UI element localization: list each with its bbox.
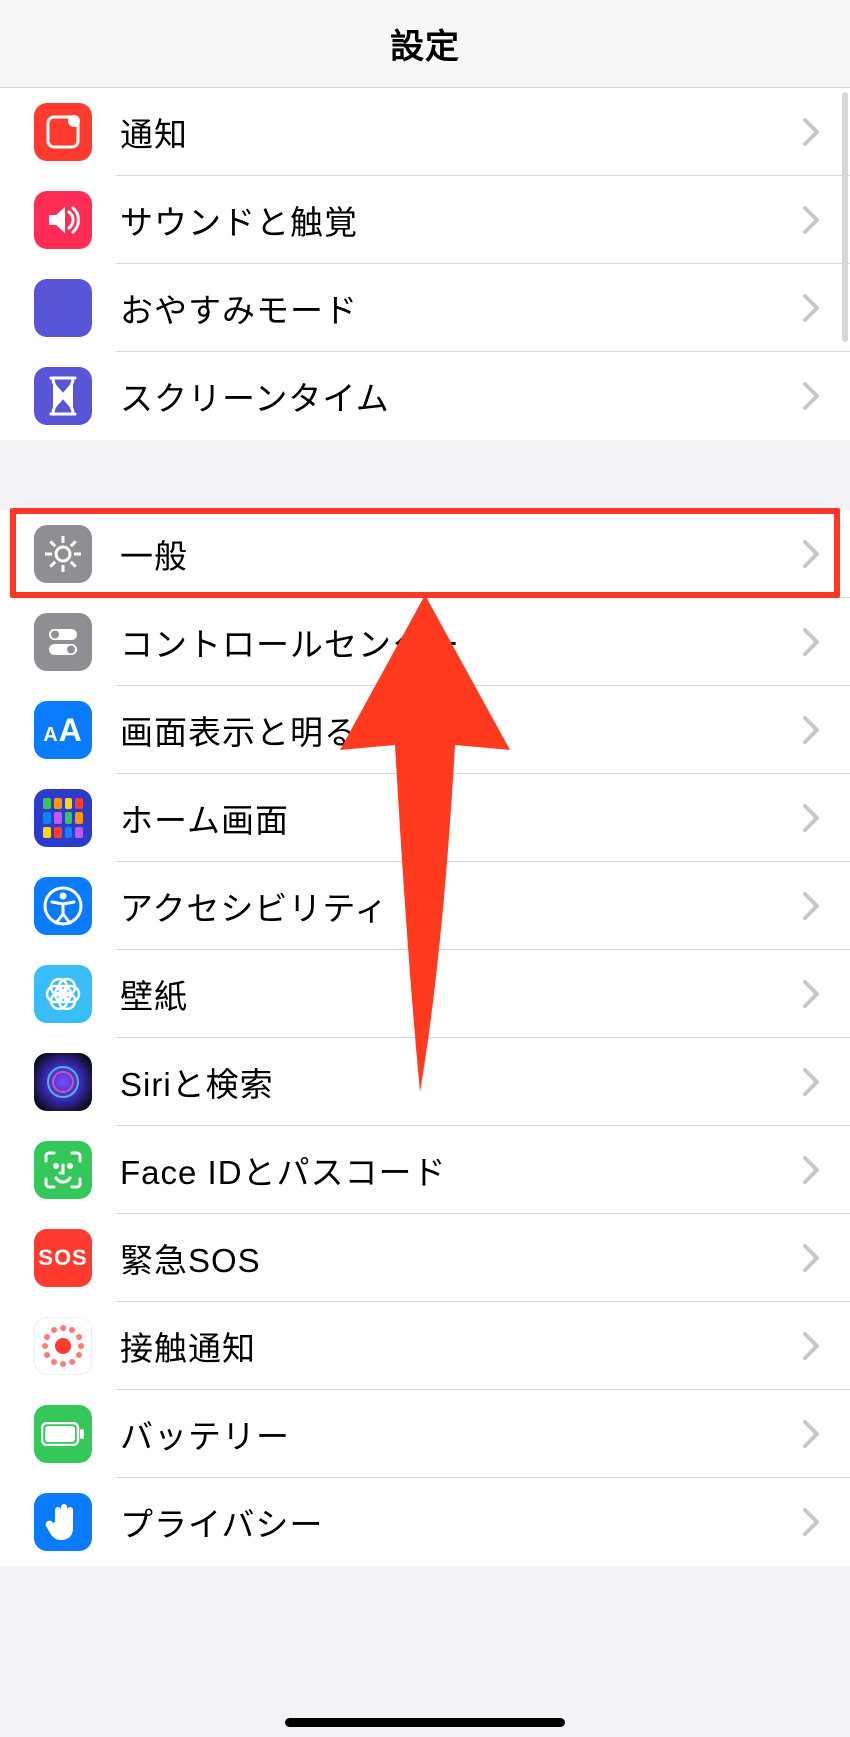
chevron-right-icon <box>802 891 820 921</box>
row-label: 接触通知 <box>120 1322 802 1370</box>
settings-row-general[interactable]: 一般 <box>0 510 850 598</box>
accessibility-icon <box>34 877 92 935</box>
sounds-icon <box>34 191 92 249</box>
settings-group: 通知 サウンドと触覚 おやすみモード スクリーンタイム <box>0 88 850 440</box>
chevron-right-icon <box>802 715 820 745</box>
moon-icon <box>34 279 92 337</box>
row-label: サウンドと触覚 <box>120 196 802 244</box>
chevron-right-icon <box>802 205 820 235</box>
page-title: 設定 <box>390 19 460 68</box>
siri-icon <box>34 1053 92 1111</box>
home-grid-icon <box>34 789 92 847</box>
chevron-right-icon <box>802 1419 820 1449</box>
gear-icon <box>34 525 92 583</box>
settings-row-faceid[interactable]: Face IDとパスコード <box>0 1126 850 1214</box>
row-label: スクリーンタイム <box>120 372 802 420</box>
settings-row-exposure[interactable]: 接触通知 <box>0 1302 850 1390</box>
settings-group: 一般 コントロールセンター AA 画面表示と明るさ ホーム画面 <box>0 510 850 1566</box>
notifications-icon <box>34 103 92 161</box>
hourglass-icon <box>34 367 92 425</box>
row-label: Face IDとパスコード <box>120 1146 802 1194</box>
settings-list[interactable]: 通知 サウンドと触覚 おやすみモード スクリーンタイム <box>0 88 850 1566</box>
settings-row-battery[interactable]: バッテリー <box>0 1390 850 1478</box>
settings-row-control-center[interactable]: コントロールセンター <box>0 598 850 686</box>
toggles-icon <box>34 613 92 671</box>
settings-row-privacy[interactable]: プライバシー <box>0 1478 850 1566</box>
settings-row-display[interactable]: AA 画面表示と明るさ <box>0 686 850 774</box>
row-label: Siriと検索 <box>120 1058 802 1106</box>
settings-row-sos[interactable]: SOS 緊急SOS <box>0 1214 850 1302</box>
chevron-right-icon <box>802 803 820 833</box>
settings-row-sounds[interactable]: サウンドと触覚 <box>0 176 850 264</box>
settings-row-accessibility[interactable]: アクセシビリティ <box>0 862 850 950</box>
row-label: 緊急SOS <box>120 1234 802 1282</box>
face-id-icon <box>34 1141 92 1199</box>
chevron-right-icon <box>802 1067 820 1097</box>
row-label: 一般 <box>120 530 802 578</box>
hand-icon <box>34 1493 92 1551</box>
row-label: おやすみモード <box>120 284 802 332</box>
textsize-icon: AA <box>34 701 92 759</box>
row-label: アクセシビリティ <box>120 882 802 930</box>
settings-row-notifications[interactable]: 通知 <box>0 88 850 176</box>
row-label: 画面表示と明るさ <box>120 706 802 754</box>
chevron-right-icon <box>802 1243 820 1273</box>
settings-row-homescreen[interactable]: ホーム画面 <box>0 774 850 862</box>
chevron-right-icon <box>802 539 820 569</box>
exposure-icon <box>34 1317 92 1375</box>
chevron-right-icon <box>802 1331 820 1361</box>
chevron-right-icon <box>802 293 820 323</box>
home-indicator <box>285 1718 565 1727</box>
chevron-right-icon <box>802 381 820 411</box>
row-label: バッテリー <box>120 1410 802 1458</box>
row-label: ホーム画面 <box>120 794 802 842</box>
settings-row-siri[interactable]: Siriと検索 <box>0 1038 850 1126</box>
settings-row-dnd[interactable]: おやすみモード <box>0 264 850 352</box>
flower-icon <box>34 965 92 1023</box>
chevron-right-icon <box>802 627 820 657</box>
row-label: プライバシー <box>120 1498 802 1546</box>
chevron-right-icon <box>802 117 820 147</box>
settings-row-screentime[interactable]: スクリーンタイム <box>0 352 850 440</box>
row-label: 壁紙 <box>120 970 802 1018</box>
row-label: コントロールセンター <box>120 618 802 666</box>
sos-icon: SOS <box>34 1229 92 1287</box>
chevron-right-icon <box>802 1155 820 1185</box>
nav-bar: 設定 <box>0 0 850 88</box>
row-label: 通知 <box>120 108 802 156</box>
settings-row-wallpaper[interactable]: 壁紙 <box>0 950 850 1038</box>
battery-icon <box>34 1405 92 1463</box>
chevron-right-icon <box>802 979 820 1009</box>
chevron-right-icon <box>802 1507 820 1537</box>
settings-screen: 設定 通知 サウンドと触覚 おやすみモード スクリーンタイム <box>0 0 850 1737</box>
